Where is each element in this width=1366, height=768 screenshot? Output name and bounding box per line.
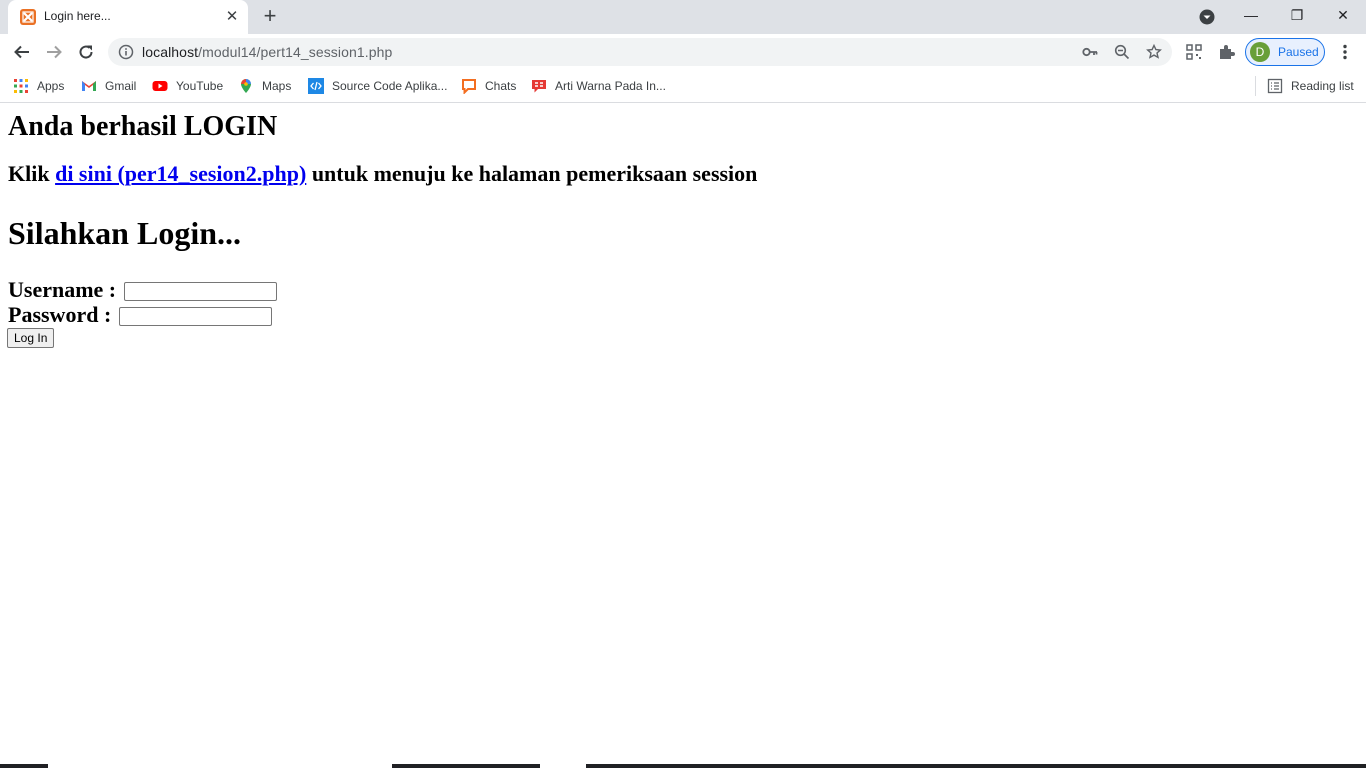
klik-suffix: untuk menuju ke halaman pemeriksaan sess… <box>306 161 758 186</box>
bookmark-site-icon <box>532 80 546 93</box>
browser-toolbar: localhost/modul14/pert14_session1.php D … <box>0 34 1366 70</box>
bookmark-label: Chats <box>485 79 517 93</box>
minimize-button[interactable]: — <box>1228 0 1274 32</box>
apps-grid-icon <box>14 79 28 93</box>
profile-status: Paused <box>1278 45 1319 59</box>
bookmark-label: Apps <box>37 79 65 93</box>
reading-list-label: Reading list <box>1291 79 1354 93</box>
reading-list-icon <box>1267 78 1283 94</box>
tab-search-icon[interactable] <box>1198 8 1216 26</box>
bookmark-star-icon[interactable] <box>1146 44 1162 60</box>
xampp-favicon-icon <box>20 9 36 25</box>
tab-close-icon[interactable]: ✕ <box>224 9 240 25</box>
browser-tab[interactable]: Login here... ✕ <box>8 0 248 34</box>
forward-icon[interactable] <box>42 40 66 64</box>
password-label: Password : <box>8 302 117 327</box>
youtube-icon <box>152 81 168 91</box>
close-window-button[interactable]: ✕ <box>1320 0 1366 32</box>
bookmark-gmail[interactable]: Gmail <box>81 76 136 96</box>
bookmark-apps[interactable]: Apps <box>13 76 64 96</box>
password-row: Password : <box>8 302 272 328</box>
username-label: Username : <box>8 277 122 302</box>
password-input[interactable] <box>118 307 272 327</box>
url-text[interactable]: localhost/modul14/pert14_session1.php <box>142 44 392 60</box>
gmail-icon <box>82 81 96 91</box>
code-icon <box>308 78 324 94</box>
url-path: /modul14/pert14_session1.php <box>198 44 393 60</box>
tab-title: Login here... <box>44 9 111 23</box>
bookmarks-bar: Apps Gmail YouTube Maps Source Code Apli… <box>0 70 1366 103</box>
username-input[interactable] <box>123 282 277 302</box>
session-check-link[interactable]: di sini (per14_sesion2.php) <box>55 161 306 186</box>
page-content: Anda berhasil LOGIN Klik di sini (per14_… <box>0 103 1366 768</box>
bookmark-label: Source Code Aplika... <box>332 79 448 93</box>
reading-list-button[interactable]: Reading list <box>1267 76 1354 96</box>
extensions-icon[interactable] <box>1214 40 1238 64</box>
klik-prefix: Klik <box>8 161 56 186</box>
bookmark-label: Arti Warna Pada In... <box>555 79 666 93</box>
zoom-icon[interactable] <box>1114 44 1130 60</box>
bookmark-maps[interactable]: Maps <box>238 76 291 96</box>
bookmark-label: Maps <box>262 79 292 93</box>
url-host: localhost <box>142 44 199 60</box>
site-info-icon[interactable] <box>118 44 134 60</box>
new-tab-button[interactable]: + <box>258 5 282 29</box>
back-icon[interactable] <box>10 40 34 64</box>
profile-button[interactable]: D Paused <box>1245 38 1325 66</box>
bookmark-youtube[interactable]: YouTube <box>152 76 223 96</box>
maps-icon <box>241 79 251 93</box>
more-menu-icon[interactable] <box>1333 40 1357 64</box>
login-heading: Silahkan Login... <box>8 215 241 251</box>
bookmark-arti-warna[interactable]: Arti Warna Pada In... <box>531 76 666 96</box>
qr-code-icon[interactable] <box>1182 40 1206 64</box>
success-heading: Anda berhasil LOGIN <box>8 111 278 142</box>
key-icon[interactable] <box>1082 44 1098 60</box>
bookmark-label: YouTube <box>176 79 224 93</box>
bookmark-label: Gmail <box>105 79 137 93</box>
restore-button[interactable]: ❐ <box>1274 0 1320 32</box>
bookmark-source-code[interactable]: Source Code Aplika... <box>308 76 447 96</box>
reload-icon[interactable] <box>74 40 98 64</box>
taskbar-edge <box>0 764 1366 768</box>
chat-icon <box>462 79 476 94</box>
username-row: Username : <box>8 277 277 303</box>
bookmark-chats[interactable]: Chats <box>461 76 516 96</box>
session-link-line: Klik di sini (per14_sesion2.php) untuk m… <box>8 161 757 187</box>
tab-strip: Login here... ✕ + — ❐ ✕ <box>0 0 1366 34</box>
login-button[interactable]: Log In <box>7 328 55 348</box>
bookmark-divider <box>1255 76 1256 96</box>
address-bar[interactable]: localhost/modul14/pert14_session1.php <box>108 38 1172 66</box>
avatar: D <box>1250 42 1270 62</box>
